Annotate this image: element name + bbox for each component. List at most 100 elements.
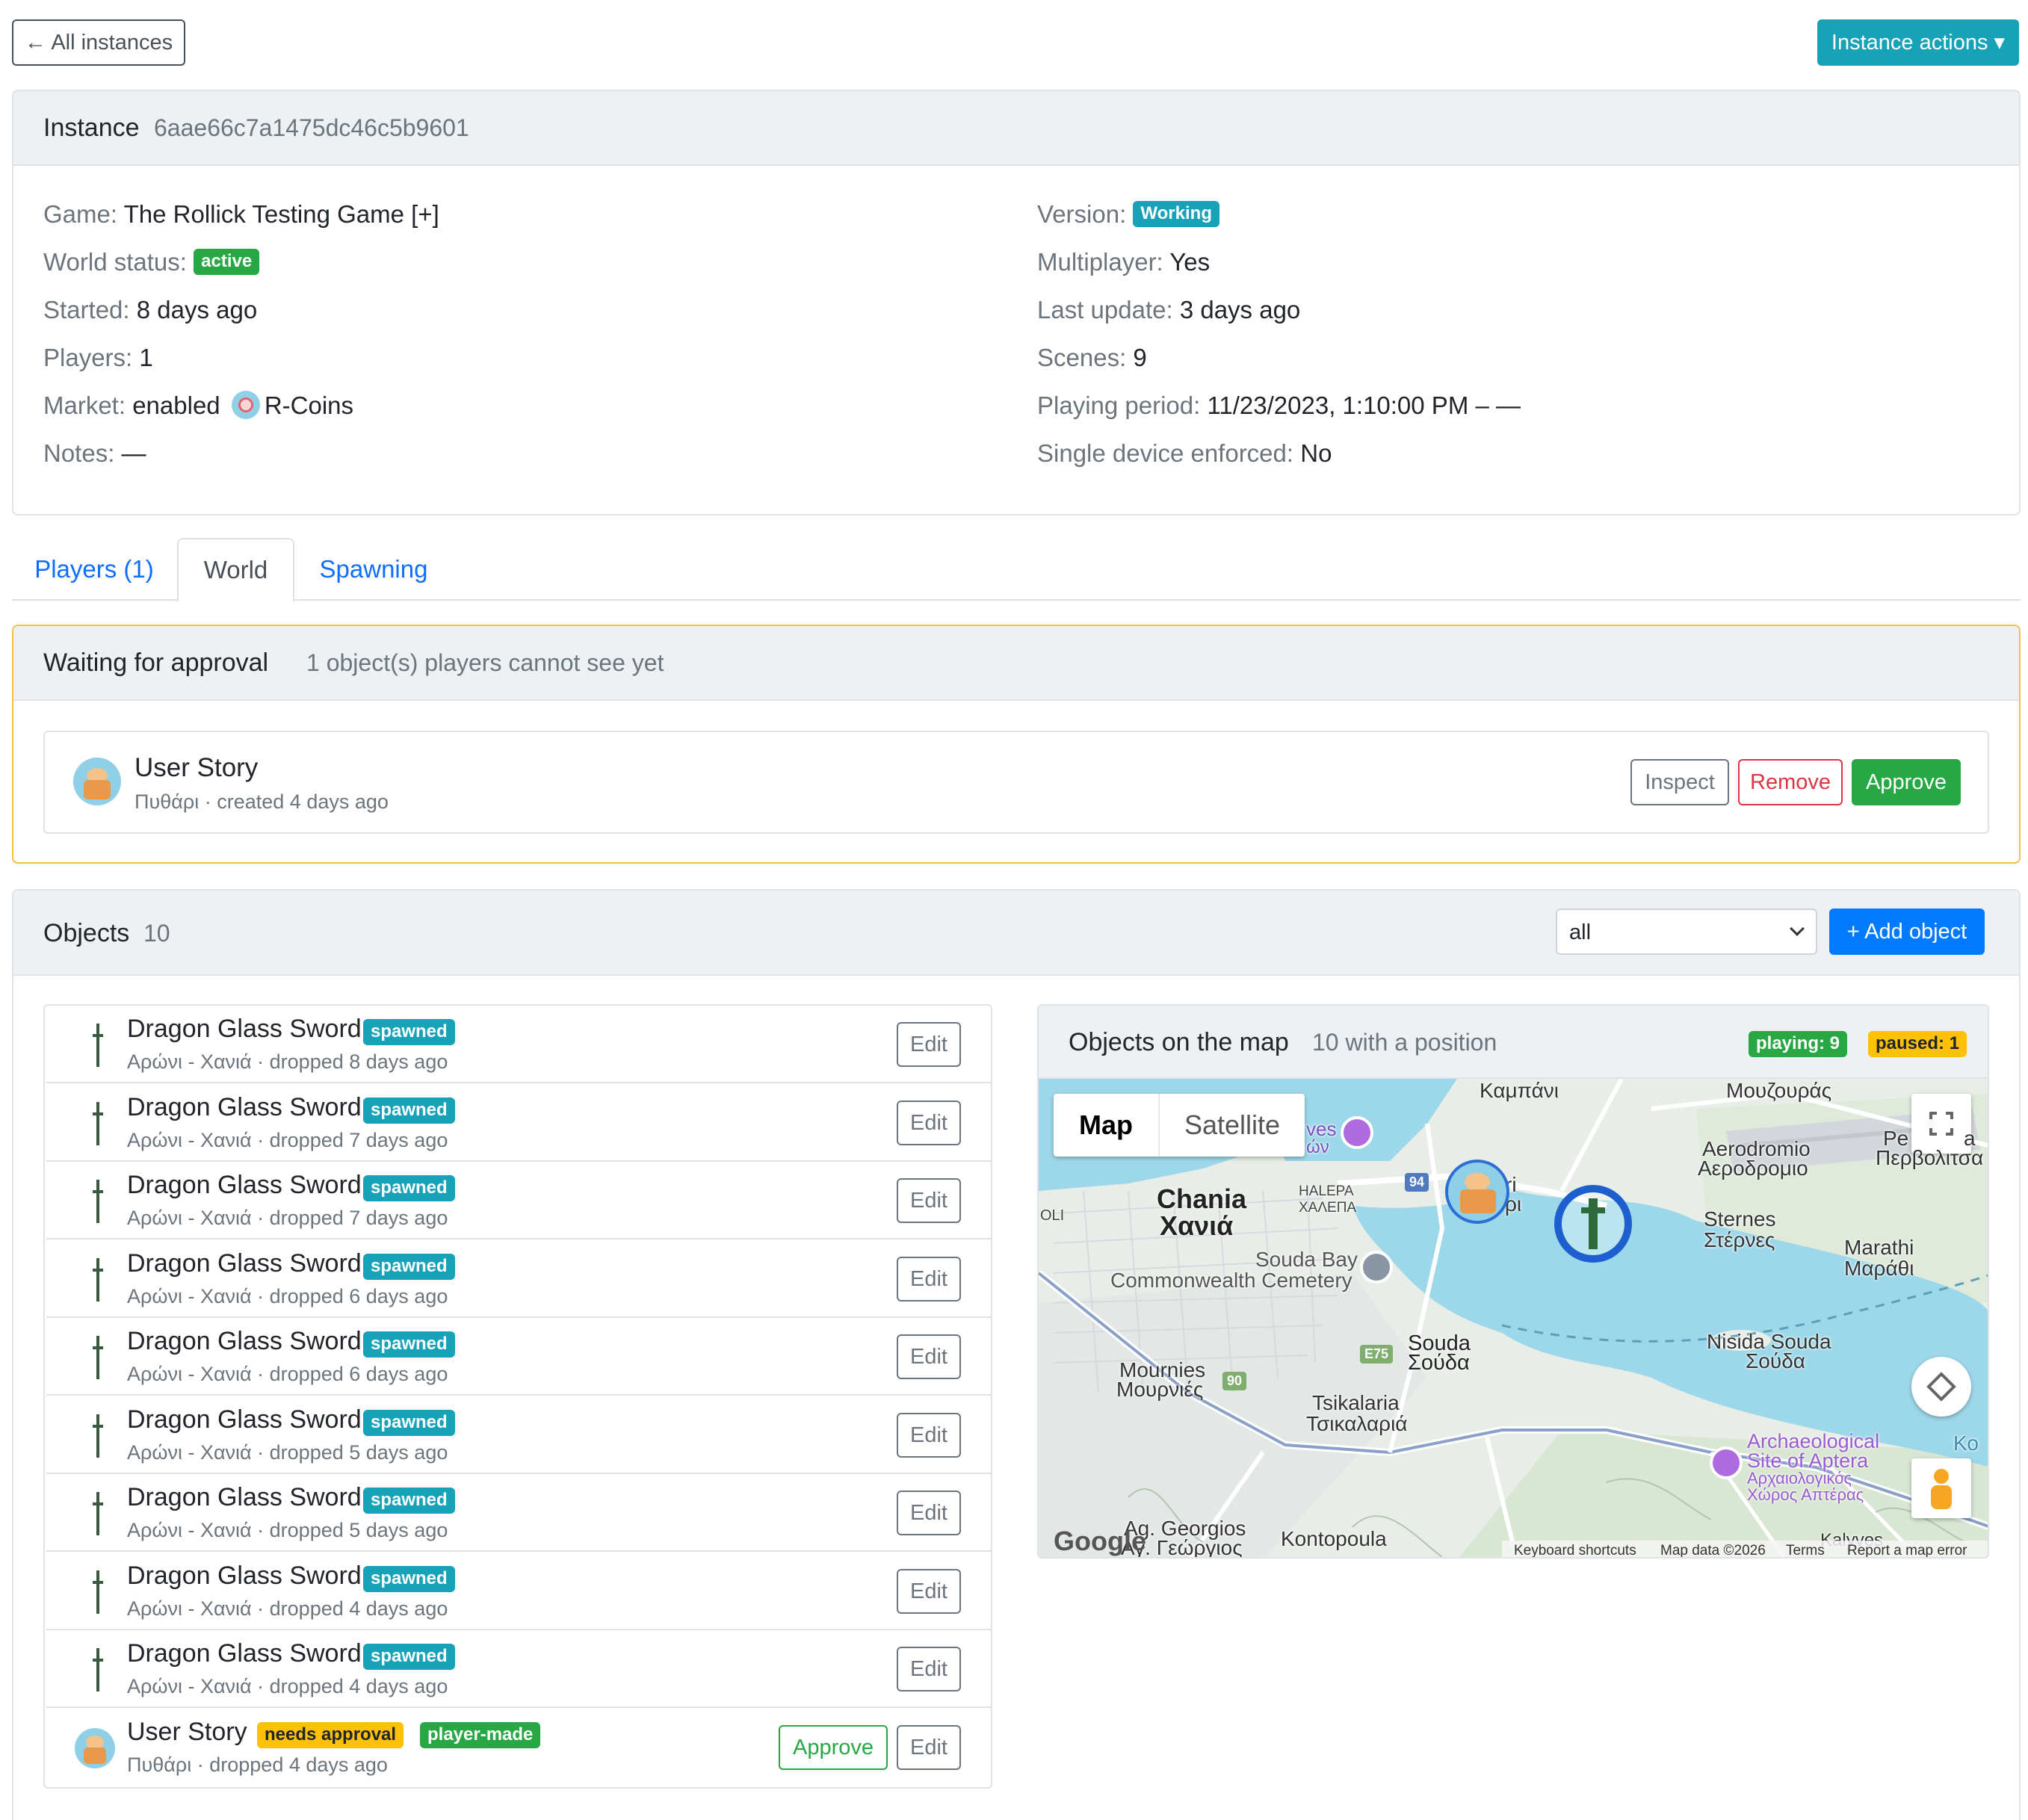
map-label-aptera-gr2: Χώρος Απτέρας <box>1747 1485 1864 1504</box>
user-story-map-marker[interactable] <box>1445 1160 1509 1224</box>
object-name: Dragon Glass Sword <box>127 1327 362 1355</box>
approval-title: Waiting for approval <box>43 649 269 677</box>
approve-button[interactable]: Approve <box>1852 759 1961 805</box>
remove-button[interactable]: Remove <box>1738 759 1843 805</box>
approval-card: Waiting for approval 1 object(s) players… <box>12 625 2021 864</box>
object-edit-button[interactable]: Edit <box>897 1257 961 1301</box>
objects-count: 10 <box>143 920 170 947</box>
objects-filter-select[interactable]: all <box>1556 909 1817 955</box>
field-version: Version: Working <box>1037 200 1219 229</box>
street-view-button[interactable] <box>1911 1458 1971 1518</box>
map-pan-control[interactable] <box>1911 1357 1971 1417</box>
currency-name: R-Coins <box>264 391 354 419</box>
object-name: Dragon Glass Sword <box>127 1405 362 1434</box>
field-started: Started: 8 days ago <box>43 296 257 324</box>
map-label-won: ών <box>1306 1137 1329 1157</box>
spawned-badge: spawned <box>363 1019 455 1045</box>
object-approve-button[interactable]: Approve <box>779 1725 888 1770</box>
scenes-value: 9 <box>1133 344 1147 371</box>
map-label-halepa-en: HALEPA <box>1299 1183 1354 1199</box>
version-key: Version: <box>1037 200 1127 228</box>
instance-actions-button[interactable]: Instance actions ▾ <box>1817 19 2019 66</box>
map-label-oli: OLI <box>1040 1207 1065 1224</box>
spawned-badge: spawned <box>363 1488 455 1514</box>
field-game: Game: The Rollick Testing Game [+] <box>43 200 439 229</box>
map-label-ko: Κο <box>1953 1431 1979 1455</box>
object-name: Dragon Glass Sword <box>127 1171 362 1199</box>
objects-card-header: Objects 10 all + Add object <box>13 891 2019 976</box>
field-world-status: World status: active <box>43 248 260 277</box>
object-name: Dragon Glass Sword <box>127 1093 362 1121</box>
map-label-mournies-gr: Μουρνιές <box>1116 1378 1204 1401</box>
back-to-instances-button[interactable]: ← All instances <box>12 19 185 66</box>
object-name: User Story <box>127 1718 247 1746</box>
approval-subtitle: 1 object(s) players cannot see yet <box>306 649 664 676</box>
map-label-aerodromio-gr: Αεροδρομιο <box>1698 1157 1808 1180</box>
tab-players[interactable]: Players (1) <box>12 538 176 601</box>
object-row: Dragon Glass Sword spawned Αρώνι - Χανιά ·… <box>46 1474 991 1552</box>
object-row: User Story needs approval player-made Πυθάρ… <box>46 1709 991 1786</box>
map-label-chania-gr: Χανιά <box>1160 1210 1234 1241</box>
object-row: Dragon Glass Sword spawned Αρώνι - Χανιά ·… <box>46 1318 991 1396</box>
spawned-badge: spawned <box>363 1098 455 1124</box>
needs-approval-badge: needs approval <box>257 1722 404 1748</box>
object-name: Dragon Glass Sword <box>127 1483 362 1511</box>
map-footer: Keyboard shortcuts Map data ©2026 Terms … <box>1502 1541 1988 1559</box>
map-data-text: Map data ©2026 <box>1660 1543 1766 1559</box>
objects-list: Dragon Glass Sword spawned Αρώνι - Χανιά ·… <box>43 1004 992 1789</box>
tab-spawning[interactable]: Spawning <box>294 538 453 601</box>
object-meta: Αρώνι - Χανιά · dropped 8 days ago <box>127 1050 448 1073</box>
sword-icon <box>93 1102 103 1145</box>
game-value: The Rollick Testing Game [+] <box>123 200 439 228</box>
object-meta: Αρώνι - Χανιά · dropped 6 days ago <box>127 1285 448 1307</box>
spawned-badge: spawned <box>363 1566 455 1592</box>
player-made-badge: player-made <box>420 1722 541 1748</box>
sword-icon <box>93 1570 103 1614</box>
scenes-key: Scenes: <box>1037 344 1127 371</box>
object-row: Dragon Glass Sword spawned Αρώνι - Χανιά ·… <box>46 1630 991 1708</box>
map-label-halepa-gr: ΧΑΛΕΠΑ <box>1299 1200 1357 1216</box>
map-view[interactable]: Map Satellite Καμπάνι Μουζουράς Pe a Περβολι… <box>1039 1079 1988 1559</box>
notes-value: — <box>121 439 146 467</box>
inspect-button[interactable]: Inspect <box>1630 759 1729 805</box>
map-label-sterne-gr: Στέρνες <box>1704 1228 1775 1251</box>
approval-item-name: User Story <box>135 753 259 782</box>
add-object-button[interactable]: + Add object <box>1829 909 1985 955</box>
field-market: Market: enabled R-Coins <box>43 391 353 421</box>
chevron-down-icon <box>1790 921 1805 936</box>
approval-item-meta: Πυθάρι · created 4 days ago <box>135 790 389 813</box>
field-players: Players: 1 <box>43 344 153 372</box>
object-row: Dragon Glass Sword spawned Αρώνι - Χανιά ·… <box>46 1396 991 1474</box>
object-edit-button[interactable]: Edit <box>897 1334 961 1379</box>
playing-period-value: 11/23/2023, 1:10:00 PM – — <box>1207 391 1521 419</box>
object-edit-button[interactable]: Edit <box>897 1491 961 1535</box>
notes-key: Notes: <box>43 439 115 467</box>
object-edit-button[interactable]: Edit <box>897 1101 961 1145</box>
object-edit-button[interactable]: Edit <box>897 1725 961 1770</box>
fullscreen-button[interactable] <box>1911 1094 1971 1154</box>
market-key: Market: <box>43 391 126 419</box>
object-meta: Αρώνι - Χανιά · dropped 4 days ago <box>127 1675 448 1697</box>
report-map-error-link[interactable]: Report a map error <box>1847 1543 1967 1557</box>
terms-link[interactable]: Terms <box>1786 1543 1825 1557</box>
spawned-badge: spawned <box>363 1331 455 1358</box>
map-type-satellite-button[interactable]: Satellite <box>1158 1094 1305 1157</box>
tab-world[interactable]: World <box>177 538 294 602</box>
multiplayer-key: Multiplayer: <box>1037 248 1163 276</box>
sword-cluster-map-marker[interactable] <box>1554 1185 1632 1263</box>
object-edit-button[interactable]: Edit <box>897 1413 961 1458</box>
sword-icon <box>93 1180 103 1223</box>
object-edit-button[interactable]: Edit <box>897 1178 961 1223</box>
object-edit-button[interactable]: Edit <box>897 1022 961 1067</box>
keyboard-shortcuts-link[interactable]: Keyboard shortcuts <box>1514 1543 1636 1557</box>
object-edit-button[interactable]: Edit <box>897 1569 961 1614</box>
sword-icon <box>93 1414 103 1458</box>
started-key: Started: <box>43 296 130 324</box>
object-edit-button[interactable]: Edit <box>897 1647 961 1691</box>
user-story-icon <box>75 1728 115 1768</box>
spawned-badge: spawned <box>363 1644 455 1670</box>
object-row: Dragon Glass Sword spawned Αρώνι - Χανιά ·… <box>46 1006 991 1083</box>
map-card-header: Objects on the map 10 with a position pl… <box>1039 1006 1988 1079</box>
coin-icon <box>231 391 260 420</box>
map-type-map-button[interactable]: Map <box>1054 1094 1158 1157</box>
